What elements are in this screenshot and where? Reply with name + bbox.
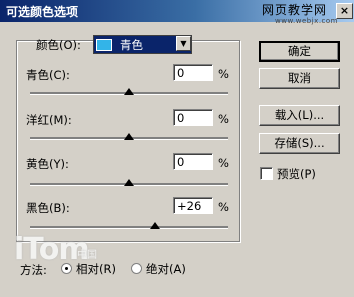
radio-dot-icon bbox=[65, 267, 68, 270]
cyan-label: 青色(C): bbox=[26, 68, 70, 82]
watermark-url: www.webjx.com bbox=[275, 17, 338, 25]
cyan-input[interactable]: 0 bbox=[173, 64, 213, 81]
cyan-slider-thumb[interactable] bbox=[124, 88, 134, 95]
absolute-radio[interactable] bbox=[131, 263, 142, 274]
cyan-unit: % bbox=[218, 67, 229, 81]
ok-button[interactable]: 确定 bbox=[259, 41, 340, 62]
title-bar: 可选颜色选项 网页教学网 www.webjx.com × bbox=[0, 0, 354, 25]
magenta-label: 洋红(M): bbox=[26, 113, 72, 127]
black-label: 黑色(B): bbox=[26, 201, 70, 215]
yellow-unit: % bbox=[218, 156, 229, 170]
black-slider-track[interactable] bbox=[30, 226, 228, 229]
magenta-slider-thumb[interactable] bbox=[124, 133, 134, 140]
watermark-text: 网页教学网 bbox=[262, 3, 328, 17]
dialog-title: 可选颜色选项 bbox=[6, 5, 79, 19]
relative-label[interactable]: 相对(R) bbox=[76, 261, 116, 277]
preview-checkbox[interactable] bbox=[260, 167, 273, 180]
black-slider-thumb[interactable] bbox=[149, 222, 160, 229]
close-button[interactable]: × bbox=[336, 3, 353, 19]
relative-radio[interactable] bbox=[61, 263, 72, 274]
method-label: 方法: bbox=[20, 263, 47, 277]
load-button[interactable]: 载入(L)... bbox=[259, 105, 340, 126]
color-select[interactable]: 青色 ▼ bbox=[93, 35, 192, 54]
dialog-window: 可选颜色选项 网页教学网 www.webjx.com × 颜色(O): 青色 ▼… bbox=[0, 0, 354, 297]
preview-label[interactable]: 预览(P) bbox=[277, 166, 316, 182]
magenta-input[interactable]: 0 bbox=[173, 109, 213, 126]
black-unit: % bbox=[218, 200, 229, 214]
yellow-input[interactable]: 0 bbox=[173, 153, 213, 170]
black-input[interactable]: +26 bbox=[173, 197, 213, 214]
color-swatch-icon bbox=[96, 39, 112, 51]
absolute-label[interactable]: 绝对(A) bbox=[146, 261, 186, 277]
cancel-button[interactable]: 取消 bbox=[259, 68, 340, 89]
color-label: 颜色(O): bbox=[36, 38, 81, 52]
yellow-slider-thumb[interactable] bbox=[124, 179, 134, 186]
yellow-label: 黄色(Y): bbox=[26, 157, 69, 171]
itom-logo-sub: 中国 bbox=[77, 250, 97, 261]
magenta-unit: % bbox=[218, 112, 229, 126]
save-button[interactable]: 存储(S)... bbox=[259, 133, 340, 154]
chevron-down-icon[interactable]: ▼ bbox=[176, 36, 191, 51]
color-select-value: 青色 bbox=[120, 38, 143, 52]
